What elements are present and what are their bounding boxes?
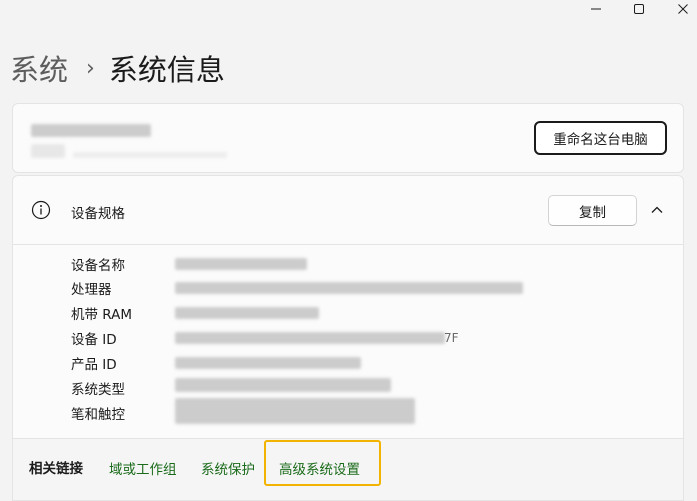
page-title: 系统信息 <box>108 53 225 87</box>
rename-pc-button[interactable]: 重命名这台电脑 <box>534 121 667 155</box>
spec-row-product-id: 产品 ID <box>71 352 175 374</box>
redacted-device-name <box>31 124 151 137</box>
breadcrumb-parent[interactable]: 系统 <box>10 47 68 89</box>
spec-label: 设备 ID <box>71 332 117 348</box>
spec-label: 笔和触控 <box>71 407 125 423</box>
title-bar <box>0 0 697 20</box>
spec-row-ram: 机带 RAM <box>71 302 175 324</box>
specs-header[interactable]: 设备规格 复制 <box>13 176 683 245</box>
redacted-value <box>175 332 445 344</box>
redacted-value <box>175 357 361 369</box>
spec-row-processor: 处理器 <box>71 277 175 299</box>
info-icon <box>31 200 51 220</box>
device-name-card: 重命名这台电脑 <box>12 103 684 173</box>
spec-row-pen-touch: 笔和触控 <box>71 402 175 424</box>
minimize-icon[interactable] <box>573 0 619 18</box>
spec-label: 系统类型 <box>71 382 125 398</box>
breadcrumb-separator: › <box>86 55 95 81</box>
link-domain-workgroup[interactable]: 域或工作组 <box>109 458 177 478</box>
redacted-device-model-tail <box>73 152 227 158</box>
chevron-up-icon[interactable] <box>649 202 665 218</box>
redacted-value <box>175 282 523 294</box>
copy-button[interactable]: 复制 <box>548 195 637 226</box>
highlight-box <box>264 440 381 486</box>
spec-label: 机带 RAM <box>71 307 133 323</box>
specs-title: 设备规格 <box>71 206 125 222</box>
device-id-visible-tail: 7F <box>444 331 459 345</box>
breadcrumb: 系统 › 系统信息 <box>10 48 225 88</box>
spec-row-device-name: 设备名称 <box>71 253 175 275</box>
related-links-title: 相关链接 <box>29 461 83 477</box>
spec-label: 处理器 <box>71 282 112 298</box>
redacted-value <box>175 258 307 270</box>
link-system-protection[interactable]: 系统保护 <box>201 458 255 478</box>
redacted-value <box>175 307 319 319</box>
spec-label: 设备名称 <box>71 258 125 274</box>
redacted-value <box>175 398 415 424</box>
redacted-device-model <box>31 144 65 158</box>
spec-row-device-id: 设备 ID <box>71 327 175 349</box>
close-icon[interactable] <box>660 0 697 18</box>
maximize-icon[interactable] <box>616 0 662 18</box>
spec-row-system-type: 系统类型 <box>71 377 175 399</box>
spec-label: 产品 ID <box>71 357 117 373</box>
redacted-value <box>175 378 391 392</box>
